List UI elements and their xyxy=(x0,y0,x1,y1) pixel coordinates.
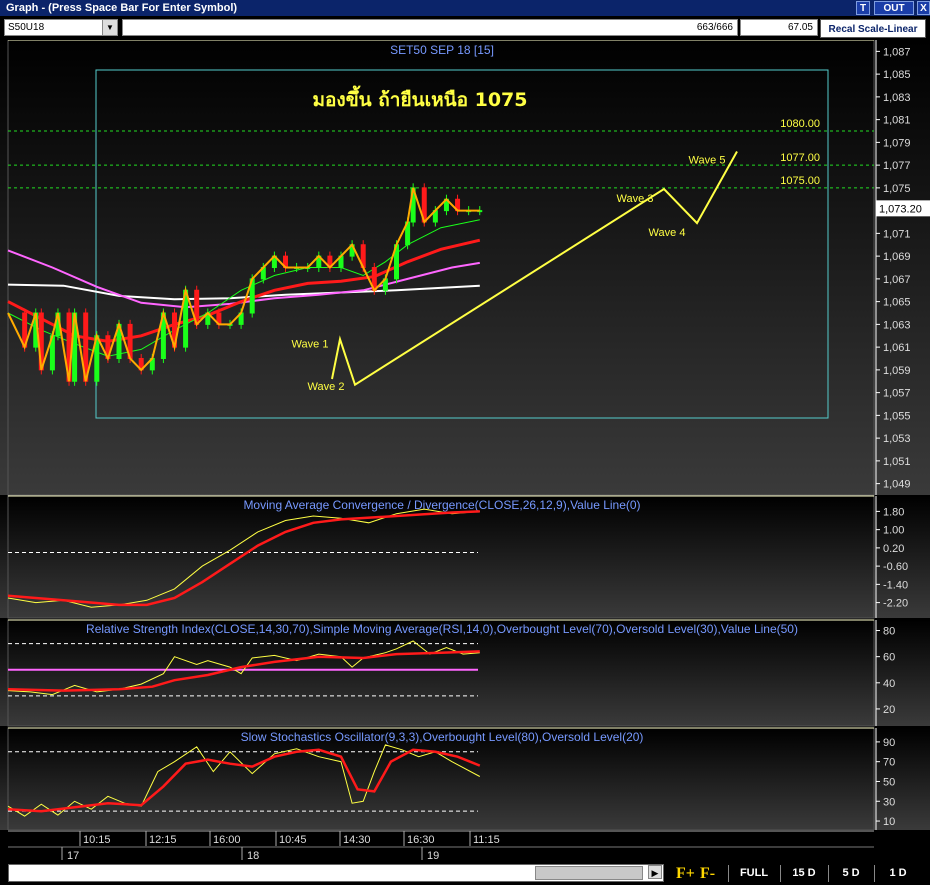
period-1d-button[interactable]: 1 D xyxy=(874,865,921,882)
out-button[interactable]: OUT xyxy=(874,1,914,15)
analysis-annotation: มองขึ้น ถ้ายืนเหนือ 1075 xyxy=(312,85,527,111)
toggle-t-button[interactable]: T xyxy=(856,1,870,15)
wave-label: Wave 2 xyxy=(308,381,345,393)
period-15d-button[interactable]: 15 D xyxy=(780,865,827,882)
chevron-down-icon[interactable]: ▼ xyxy=(102,20,117,35)
macd-panel-axis-tick-label: -0.60 xyxy=(883,561,908,573)
bar-counter: 663/666 xyxy=(122,19,738,36)
time-scrollbar[interactable] xyxy=(8,864,664,882)
period-5d-button[interactable]: 5 D xyxy=(828,865,873,882)
x-axis-time-label: 16:00 xyxy=(213,834,241,846)
wave-label: Wave 3 xyxy=(617,193,654,205)
macd-panel-axis-tick-label: 1.80 xyxy=(883,506,904,518)
recal-scale-button[interactable]: Recal Scale-Linear xyxy=(820,19,926,38)
price-axis-tick-label: 1,083 xyxy=(883,92,911,104)
x-axis-day-label: 18 xyxy=(247,850,259,862)
bar-counter-value: 663/666 xyxy=(696,22,733,33)
bottom-bar: ▶ F+ F- FULL 15 D 5 D 1 D xyxy=(0,862,930,885)
price-axis-tick-label: 1,079 xyxy=(883,137,911,149)
scroll-thumb[interactable] xyxy=(535,866,643,880)
price-axis-tick-label: 1,061 xyxy=(883,342,911,354)
level-label: 1077.00 xyxy=(780,152,820,164)
x-axis-day-label: 17 xyxy=(67,850,79,862)
stoch-panel-axis-tick-label: 70 xyxy=(883,757,895,769)
price-chart-title: SET50 SEP 18 [15] xyxy=(390,43,494,57)
macd-panel-title: Moving Average Convergence / Divergence(… xyxy=(243,498,640,512)
level-label: 1075.00 xyxy=(780,175,820,187)
window-titlebar: Graph - (Press Space Bar For Enter Symbo… xyxy=(0,0,930,16)
macd-panel-axis-tick-label: -1.40 xyxy=(883,579,908,591)
period-full-button[interactable]: FULL xyxy=(728,865,779,882)
value-readout-text: 67.05 xyxy=(787,22,813,33)
price-axis-tick-label: 1,063 xyxy=(883,319,911,331)
zoom-in-button[interactable]: F+ xyxy=(676,865,695,882)
price-axis-tick-label: 1,067 xyxy=(883,274,911,286)
value-readout: 67.05 xyxy=(740,19,818,36)
stoch-panel-axis-tick-label: 30 xyxy=(883,796,895,808)
rsi-panel-axis-tick-label: 60 xyxy=(883,652,895,664)
window-title: Graph - (Press Space Bar For Enter Symbo… xyxy=(6,2,238,14)
chart-area[interactable]: 1,087 1,085 1,083 1,081 1,079 1,077 1,075 1,073… xyxy=(0,40,930,862)
wave-label: Wave 4 xyxy=(649,227,686,239)
x-axis-time-label: 12:15 xyxy=(149,834,177,846)
x-axis-time-label: 16:30 xyxy=(407,834,435,846)
wave-label: Wave 5 xyxy=(689,154,726,166)
price-axis-tick-label: 1,059 xyxy=(883,365,911,377)
price-axis-tick-label: 1,051 xyxy=(883,456,911,468)
stoch-panel-axis-tick-label: 10 xyxy=(883,816,895,828)
price-axis-tick-label: 1,071 xyxy=(883,228,911,240)
price-axis-tick-label: 1,087 xyxy=(883,46,911,58)
level-label: 1080.00 xyxy=(780,118,820,130)
macd-panel-axis-tick-label: 1.00 xyxy=(883,525,904,537)
wave-label: Wave 1 xyxy=(292,339,329,351)
price-axis-tick-label: 1,057 xyxy=(883,388,911,400)
rsi-panel-axis-tick-label: 20 xyxy=(883,704,895,716)
zoom-out-button[interactable]: F- xyxy=(700,865,715,882)
close-button[interactable]: X xyxy=(917,1,930,15)
price-axis-tick-label: 1,053 xyxy=(883,433,911,445)
x-axis-time-label: 14:30 xyxy=(343,834,371,846)
symbol-select[interactable]: S50U18 ▼ xyxy=(4,19,118,36)
macd-panel-axis-tick-label: -2.20 xyxy=(883,598,908,610)
rsi-panel-axis-tick-label: 40 xyxy=(883,678,895,690)
macd-panel-bg xyxy=(0,496,930,618)
last-price-value: 1,073.20 xyxy=(879,203,922,215)
stoch-panel-title: Slow Stochastics Oscillator(9,3,3),Overb… xyxy=(241,730,644,744)
price-axis-tick-label: 1,085 xyxy=(883,69,911,81)
price-axis-tick-label: 1,081 xyxy=(883,115,911,127)
x-axis-day-label: 19 xyxy=(427,850,439,862)
price-axis-tick-label: 1,049 xyxy=(883,479,911,491)
price-axis-tick-label: 1,055 xyxy=(883,410,911,422)
price-axis-tick-label: 1,065 xyxy=(883,297,911,309)
price-axis-tick-label: 1,077 xyxy=(883,160,911,172)
rsi-panel-title: Relative Strength Index(CLOSE,14,30,70),… xyxy=(86,622,798,636)
rsi-panel-axis-tick-label: 80 xyxy=(883,626,895,638)
symbol-value: S50U18 xyxy=(8,22,45,33)
price-axis-tick-label: 1,069 xyxy=(883,251,911,263)
stoch-panel-axis-tick-label: 50 xyxy=(883,776,895,788)
macd-panel-axis-tick-label: 0.20 xyxy=(883,543,904,555)
x-axis-time-label: 10:45 xyxy=(279,834,307,846)
price-axis-tick-label: 1,075 xyxy=(883,183,911,195)
chart-toolbar: S50U18 ▼ 663/666 67.05 Recal Scale-Linea… xyxy=(0,16,930,40)
x-axis-time-label: 10:15 xyxy=(83,834,111,846)
scroll-right-icon[interactable]: ▶ xyxy=(648,865,662,879)
x-axis-time-label: 11:15 xyxy=(473,834,500,846)
stoch-panel-axis-tick-label: 90 xyxy=(883,737,895,749)
x-axis-bg xyxy=(0,830,930,862)
